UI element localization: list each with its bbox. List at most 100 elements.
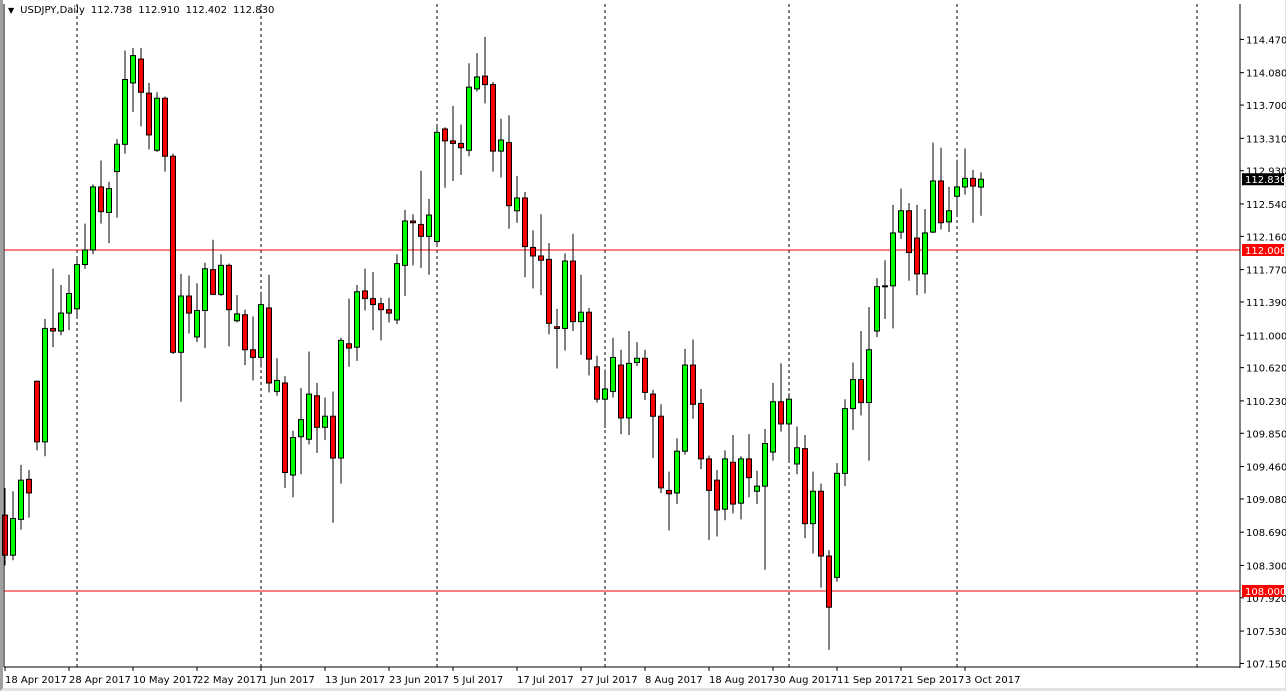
candle [810, 471, 816, 554]
candle [858, 330, 864, 416]
candle-body [706, 458, 712, 491]
x-tick-label: 3 Oct 2017 [965, 675, 1020, 686]
candle [258, 291, 264, 368]
candle-body [874, 286, 880, 332]
candle [74, 255, 80, 318]
chart-header: ▼ USDJPY,Daily 112.738 112.910 112.402 1… [8, 5, 274, 16]
x-tick-label: 13 Jun 2017 [325, 675, 385, 686]
candle [674, 438, 680, 505]
candle [330, 391, 336, 523]
candle [898, 188, 904, 239]
candle [130, 47, 136, 112]
candle [106, 181, 112, 244]
candle [138, 47, 144, 127]
candle-body [394, 263, 400, 321]
candle [122, 50, 128, 154]
candle-body [450, 140, 456, 144]
candle-body [834, 472, 840, 578]
candle-body [402, 220, 408, 266]
candle [634, 342, 640, 366]
candle-body [434, 131, 440, 242]
candle [738, 456, 744, 520]
x-tick-label: 27 Jul 2017 [581, 675, 638, 686]
candle [338, 337, 344, 484]
y-tick-label: 114.080 [1246, 69, 1286, 80]
candle-body [538, 255, 544, 261]
candle-body [458, 142, 464, 149]
candle-body [50, 327, 56, 332]
current-price-label: 112.830 [1245, 175, 1286, 186]
candle-body [474, 76, 480, 90]
candle [962, 148, 968, 195]
candle-body [82, 249, 88, 265]
candlestick-chart[interactable]: 114.470114.080113.700113.310112.930112.5… [0, 0, 1286, 691]
candle-body [866, 349, 872, 404]
candle [802, 434, 808, 539]
candle-body [906, 210, 912, 254]
candle [322, 397, 328, 441]
candle [378, 297, 384, 341]
candle [770, 382, 776, 461]
candle [538, 214, 544, 296]
candle-body [146, 92, 152, 136]
price-tag-label: 112.000 [1245, 246, 1286, 257]
candle [786, 393, 792, 462]
candle-body [26, 478, 32, 494]
candle [666, 471, 672, 531]
x-tick-label: 23 Jun 2017 [389, 675, 449, 686]
candle-body [322, 415, 328, 428]
candle-body [178, 295, 184, 353]
candle-body [58, 312, 64, 332]
candle-body [946, 210, 952, 223]
candle [874, 278, 880, 337]
candle [178, 273, 184, 402]
candle-body [466, 86, 472, 151]
x-tick-label: 30 Aug 2017 [773, 675, 837, 686]
candle [354, 284, 360, 361]
candle-body [882, 285, 888, 288]
candle [970, 169, 976, 223]
x-tick-label: 8 Aug 2017 [645, 675, 703, 686]
candle [290, 430, 296, 498]
candle-body [442, 128, 448, 142]
candle [26, 469, 32, 518]
candle-body [258, 304, 264, 358]
y-tick-label: 109.080 [1246, 495, 1286, 506]
candle-body [786, 398, 792, 425]
candle-body [562, 260, 568, 329]
candle [762, 429, 768, 570]
candle-body [514, 197, 520, 212]
candle-body [658, 415, 664, 489]
candle-body [114, 143, 120, 173]
candle [170, 153, 176, 355]
candle-body [610, 356, 616, 393]
candle-body [770, 401, 776, 453]
dropdown-triangle-icon[interactable]: ▼ [8, 6, 14, 15]
candle-body [690, 364, 696, 405]
candle [218, 254, 224, 297]
candle-body [938, 180, 944, 224]
candle [90, 184, 96, 255]
candle-body [186, 295, 192, 314]
candle-body [618, 364, 624, 419]
candle-body [170, 155, 176, 353]
candle [930, 142, 936, 233]
candle-body [122, 79, 128, 145]
candle [306, 351, 312, 445]
y-tick-label: 110.230 [1246, 397, 1286, 408]
candle [618, 349, 624, 435]
candle [978, 172, 984, 216]
candle [194, 283, 200, 343]
candle [402, 209, 408, 297]
candle-body [130, 55, 136, 84]
candle-body [250, 349, 256, 358]
x-tick-label: 22 May 2017 [197, 675, 262, 686]
candle [474, 53, 480, 92]
candle-body [930, 180, 936, 233]
candle [714, 469, 720, 537]
candle-body [34, 380, 40, 443]
candle [682, 348, 688, 455]
candle-body [162, 97, 168, 157]
candle-body [298, 419, 304, 438]
candle [818, 483, 824, 588]
